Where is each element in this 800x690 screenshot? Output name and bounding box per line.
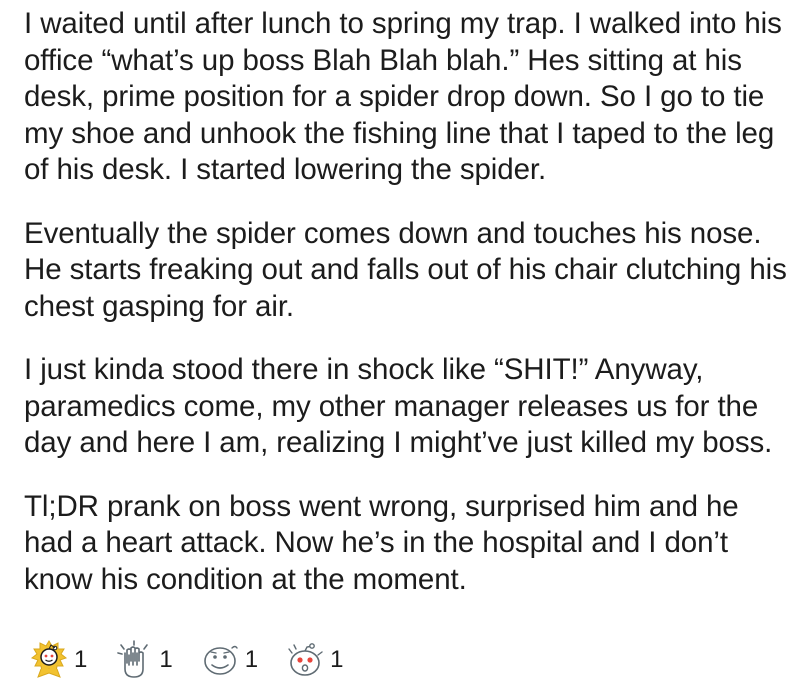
award-shocked-face[interactable]: 1 xyxy=(284,639,343,681)
shocked-face-award-icon xyxy=(284,639,326,681)
award-clapping-hands[interactable]: 1 xyxy=(113,639,173,681)
award-count: 1 xyxy=(159,646,173,673)
award-grimacing-face[interactable]: 1 xyxy=(199,639,258,681)
post-body: I waited until after lunch to spring my … xyxy=(24,6,794,625)
clapping-hands-award-icon xyxy=(113,639,155,681)
awards-bar: 1 1 1 1 xyxy=(28,638,369,682)
award-count: 1 xyxy=(330,646,344,673)
grimacing-face-award-icon xyxy=(199,639,241,681)
award-gold[interactable]: 1 xyxy=(28,639,87,681)
post-paragraph: Eventually the spider comes down and tou… xyxy=(24,216,787,323)
post-paragraph: I waited until after lunch to spring my … xyxy=(24,7,782,186)
gold-award-icon xyxy=(28,639,70,681)
post-paragraph: I just kinda stood there in shock like “… xyxy=(24,353,773,459)
award-count: 1 xyxy=(74,646,88,673)
award-count: 1 xyxy=(244,646,259,673)
post-paragraph: Tl;DR prank on boss went wrong, surprise… xyxy=(24,489,739,596)
